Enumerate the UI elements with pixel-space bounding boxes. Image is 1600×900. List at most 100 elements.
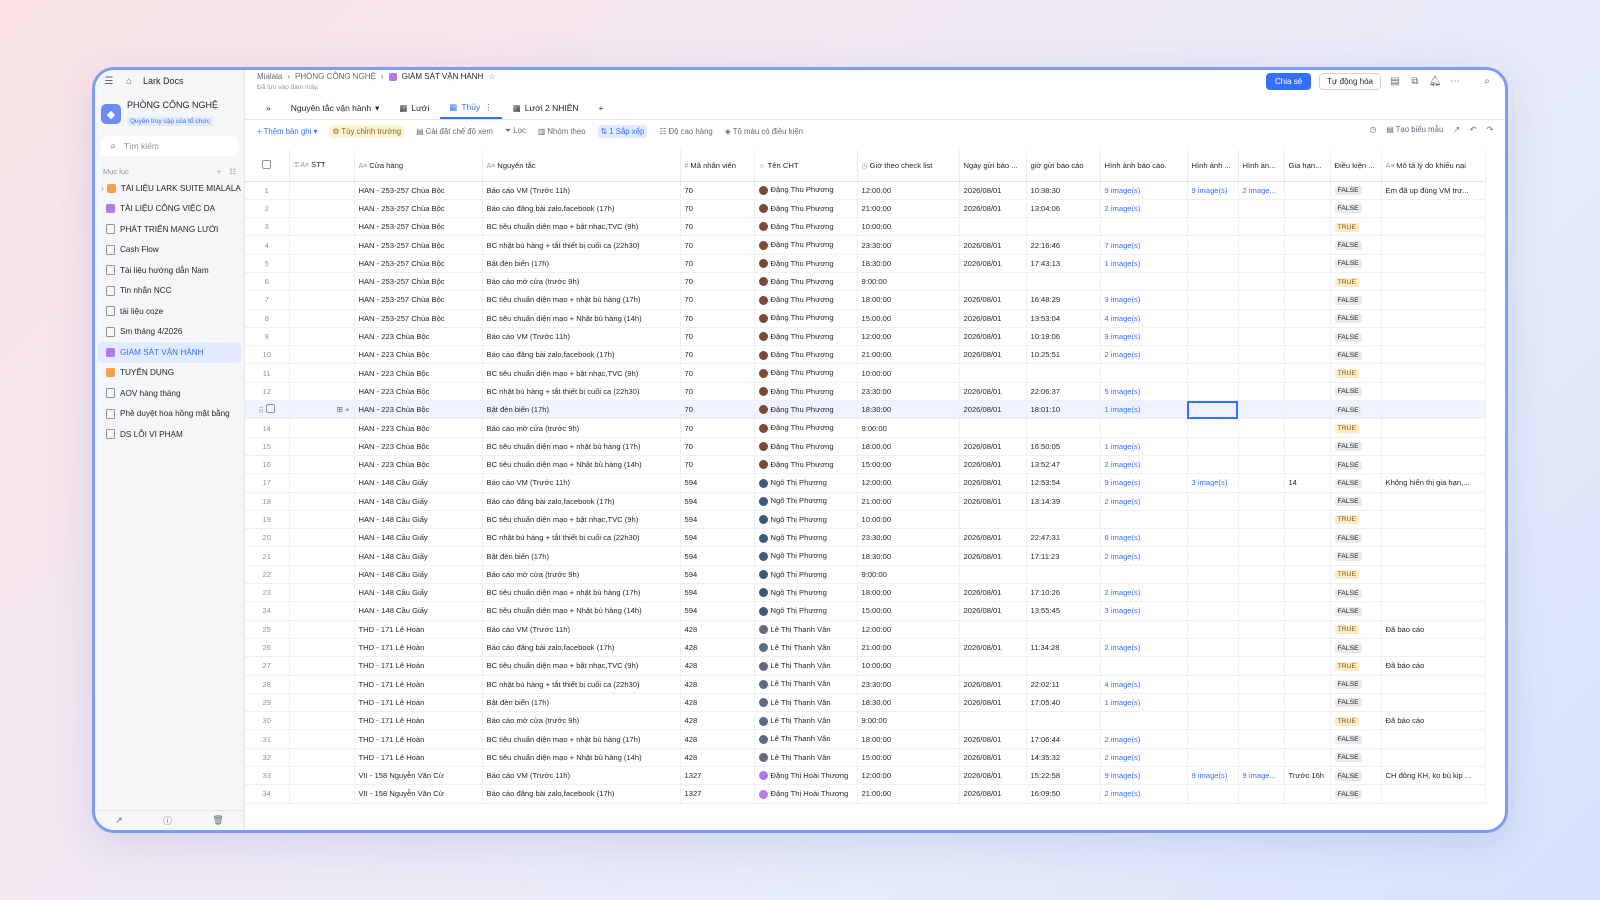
cell-rule[interactable]: Bật đèn biển (17h) [482, 546, 681, 566]
attachment-link[interactable]: 9 image(s) [1105, 478, 1141, 487]
table-row[interactable]: 5 HAN - 253-257 Chùa Bộc Bật đèn biển (17h… [245, 254, 1486, 273]
redo-icon[interactable]: ↷ [1486, 125, 1493, 134]
home-icon[interactable]: ⌂ [123, 75, 135, 87]
expand-icon[interactable]: › [101, 184, 104, 193]
cell-images[interactable] [1238, 546, 1285, 566]
cell-report-time[interactable]: 13:55:45 [1026, 601, 1101, 621]
cell-employee-id[interactable]: 594 [680, 546, 755, 566]
cell-manager[interactable]: Đặng Thu Phương [754, 272, 858, 292]
cell-rule[interactable]: BC nhặt bù hàng + tắt thiết bị cuối ca (… [482, 382, 681, 402]
cell-checklist-time[interactable]: 18:30:00 [857, 400, 960, 420]
cell-images[interactable] [1187, 455, 1239, 475]
cell-images[interactable] [1238, 455, 1285, 475]
cell-manager[interactable]: Ngô Thị Phương [754, 473, 858, 493]
cell-rule[interactable]: BC tiêu chuẩn diện mạo + nhặt bù hàng (1… [482, 729, 681, 749]
cell-extension[interactable] [1284, 455, 1331, 475]
cell-manager[interactable]: Lê Thị Thanh Vân [754, 656, 858, 676]
cell-stt[interactable] [289, 437, 355, 456]
crumb-current[interactable]: GIÁM SÁT VẬN HÀNH [402, 72, 484, 81]
cell-manager[interactable]: Đặng Thu Phương [754, 290, 858, 310]
cell-report-date[interactable]: 2026/08/01 [959, 784, 1027, 804]
list-icon[interactable]: ☷ [229, 167, 236, 176]
cell-complaint[interactable] [1381, 309, 1486, 328]
cell-report-time[interactable]: 10:38:30 [1026, 181, 1101, 200]
cell-extension[interactable] [1284, 181, 1331, 200]
cell-images[interactable] [1100, 620, 1188, 639]
cell-manager[interactable]: Đặng Thu Phương [754, 455, 858, 475]
cell-rule[interactable]: BC tiêu chuẩn diện mạo + Nhặt bù hàng (1… [482, 601, 681, 621]
cell-images[interactable]: 9 image(s) [1100, 327, 1188, 347]
cell-images[interactable]: 5 image(s) [1100, 382, 1188, 402]
cell-rule[interactable]: Bật đèn biển (17h) [482, 400, 681, 420]
table-row[interactable]: 25 THD - 171 Lê Hoàn Báo cáo VM (Trước 11h… [245, 620, 1486, 639]
cell-manager[interactable]: Đặng Thu Phương [754, 437, 858, 456]
cell-manager[interactable]: Lê Thị Thanh Vân [754, 729, 858, 749]
col-rule[interactable]: A≡ Nguyên tắc [482, 150, 681, 182]
cell-report-time[interactable]: 15:22:58 [1026, 766, 1101, 786]
cell-condition[interactable]: FALSE [1330, 748, 1382, 768]
cell-images[interactable] [1187, 510, 1239, 530]
cell-checklist-time[interactable]: 15:00:00 [857, 455, 960, 475]
cell-manager[interactable]: Ngô Thị Phương [754, 546, 858, 566]
cell-checklist-time[interactable]: 18:30:00 [857, 546, 960, 566]
cell-extension[interactable] [1284, 711, 1331, 731]
cell-report-date[interactable]: 2026/08/01 [959, 675, 1027, 694]
cell-condition[interactable]: FALSE [1330, 675, 1382, 694]
home-label[interactable]: Lark Docs [143, 76, 184, 86]
table-row[interactable]: 17 HAN - 148 Cầu Giấy Báo cáo VM (Trước 11… [245, 473, 1486, 493]
table-row[interactable]: 3 HAN - 253-257 Chùa Bộc BC tiêu chuẩn diệ… [245, 217, 1486, 237]
cell-stt[interactable] [289, 693, 355, 713]
cell-complaint[interactable] [1381, 565, 1486, 585]
cell-report-time[interactable] [1026, 620, 1101, 639]
cell-manager[interactable]: Đặng Thu Phương [754, 309, 858, 328]
row-number[interactable]: 33 [245, 766, 290, 786]
cell-store[interactable]: HAN - 253-257 Chùa Bộc [354, 290, 483, 310]
cell-images[interactable]: 9 image(s) [1187, 766, 1239, 786]
cell-images[interactable] [1187, 748, 1239, 768]
cell-stt[interactable] [289, 620, 355, 639]
attachment-link[interactable]: 3 image(s) [1192, 478, 1228, 487]
cell-complaint[interactable] [1381, 382, 1486, 402]
row-number[interactable]: 27 [245, 656, 290, 676]
row-number[interactable]: 21 [245, 546, 290, 566]
cell-rule[interactable]: Báo cáo mở cửa (trước 9h) [482, 711, 681, 731]
cell-images[interactable] [1238, 400, 1285, 420]
cell-checklist-time[interactable]: 21:00:00 [857, 784, 960, 804]
cell-stt[interactable] [289, 675, 355, 694]
cell-condition[interactable]: FALSE [1330, 492, 1382, 511]
cell-employee-id[interactable]: 428 [680, 729, 755, 749]
cell-images[interactable]: 6 image(s) [1100, 528, 1188, 548]
cell-employee-id[interactable]: 428 [680, 620, 755, 639]
cell-images[interactable] [1238, 528, 1285, 548]
cell-store[interactable]: HAN - 148 Cầu Giấy [354, 583, 483, 603]
row-number[interactable]: 11 [245, 363, 290, 383]
cell-extension[interactable] [1284, 565, 1331, 585]
cell-images[interactable] [1187, 272, 1239, 292]
cell-stt[interactable] [289, 528, 355, 548]
cell-checklist-time[interactable]: 12:00:00 [857, 766, 960, 786]
cell-extension[interactable] [1284, 217, 1331, 237]
customize-fields-button[interactable]: ⚙ Tùy chỉnh trường [329, 124, 405, 138]
cell-manager[interactable]: Ngô Thị Phương [754, 492, 858, 511]
cell-extension[interactable] [1284, 327, 1331, 347]
cell-report-date[interactable] [959, 510, 1027, 530]
cell-manager[interactable]: Đặng Thu Phương [754, 327, 858, 347]
cell-store[interactable]: THD - 171 Lê Hoàn [354, 711, 483, 731]
row-number[interactable]: 32 [245, 748, 290, 768]
cell-images[interactable] [1187, 418, 1239, 438]
cell-employee-id[interactable]: 70 [680, 254, 755, 273]
cell-complaint[interactable]: Em đã up đúng VM trư... [1381, 181, 1486, 200]
cell-stt[interactable] [289, 492, 355, 511]
cell-store[interactable]: HAN - 253-257 Chùa Bộc [354, 272, 483, 292]
cell-images[interactable] [1238, 638, 1285, 658]
cell-images[interactable] [1187, 400, 1239, 420]
cell-condition[interactable]: FALSE [1330, 729, 1382, 749]
cell-report-date[interactable]: 2026/08/01 [959, 473, 1027, 493]
cell-manager[interactable]: Đặng Thu Phương [754, 254, 858, 273]
cell-images[interactable] [1238, 418, 1285, 438]
cell-manager[interactable]: Đặng Thu Phương [754, 345, 858, 365]
cell-checklist-time[interactable]: 21:00:00 [857, 345, 960, 365]
cell-images[interactable] [1238, 254, 1285, 273]
attachment-link[interactable]: 2 image(s) [1105, 497, 1141, 506]
cell-images[interactable] [1238, 693, 1285, 713]
